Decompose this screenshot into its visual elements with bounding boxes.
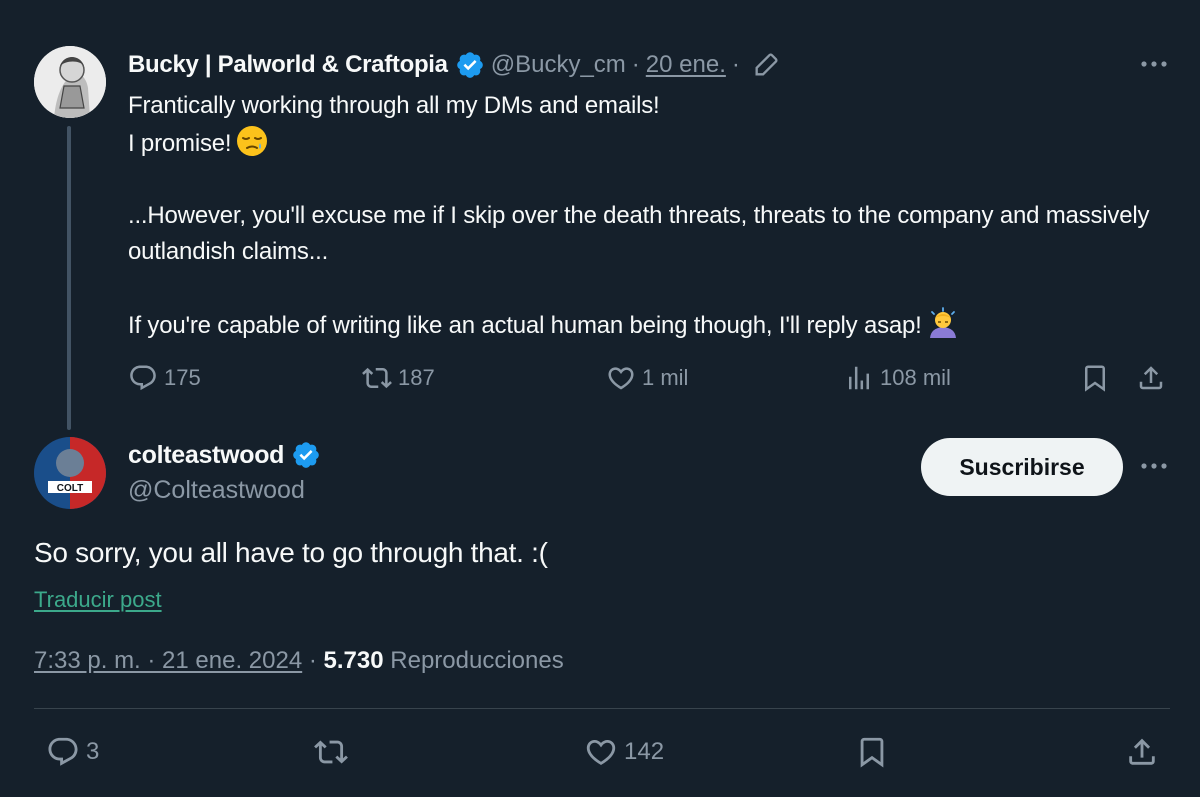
parent-like-button[interactable]: 1 mil xyxy=(606,360,688,396)
parent-views-button[interactable]: 108 mil xyxy=(844,360,951,396)
parent-more-options-icon[interactable] xyxy=(1138,50,1170,78)
main-author-name-row: colteastwood xyxy=(128,440,327,470)
parent-author-name[interactable]: Bucky | Palworld & Craftopia xyxy=(128,51,448,79)
views-label: Reproducciones xyxy=(390,647,564,674)
tweet-thread-page: Bucky | Palworld & Craftopia @Bucky_cm ·… xyxy=(0,0,1200,797)
sleepy-face-emoji-icon xyxy=(235,124,269,158)
divider xyxy=(34,708,1170,709)
verified-badge-icon xyxy=(455,50,485,80)
tweet-meta-line: 7:33 p. m. · 21 ene. 2024 · 5.730 Reprod… xyxy=(34,647,564,675)
main-handle[interactable]: @Colteastwood xyxy=(128,476,305,505)
parent-para-1: Frantically working through all my DMs a… xyxy=(128,88,1168,162)
meta-separator: · xyxy=(308,647,317,674)
translate-post-link[interactable]: Traducir post xyxy=(34,587,162,613)
parent-body-line-1: Frantically working through all my DMs a… xyxy=(128,92,660,119)
parent-body-line-2: I promise! xyxy=(128,130,232,157)
main-reply-button[interactable]: 3 xyxy=(46,730,99,774)
parent-action-bar: 175 187 1 mil 108 mil xyxy=(128,360,1178,396)
parent-like-count: 1 mil xyxy=(642,365,689,390)
thread-connector-line xyxy=(67,126,71,430)
main-action-bar: 3 142 xyxy=(34,730,1170,774)
bookmark-icon xyxy=(860,737,884,768)
main-more-options-icon[interactable] xyxy=(1138,452,1170,480)
share-icon xyxy=(1139,366,1163,390)
edited-pencil-icon[interactable] xyxy=(752,51,780,79)
reply-icon xyxy=(48,737,78,766)
parent-reply-button[interactable]: 175 xyxy=(128,360,201,396)
heart-icon xyxy=(608,367,634,390)
parent-para-3: If you're capable of writing like an act… xyxy=(128,312,922,339)
parent-reply-count: 175 xyxy=(164,365,201,390)
views-chart-icon xyxy=(849,366,869,390)
main-bookmark-button[interactable] xyxy=(855,730,895,774)
parent-views-count: 108 mil xyxy=(880,365,951,390)
subscribe-button[interactable]: Suscribirse xyxy=(921,438,1123,496)
parent-bookmark-button[interactable] xyxy=(1080,360,1116,396)
main-like-button[interactable]: 142 xyxy=(584,730,664,774)
parent-repost-button[interactable]: 187 xyxy=(362,360,435,396)
reply-icon xyxy=(130,365,156,391)
svg-text:COLT: COLT xyxy=(57,483,83,494)
main-reply-count: 3 xyxy=(86,738,100,765)
parent-handle[interactable]: @Bucky_cm xyxy=(491,51,626,79)
repost-icon xyxy=(314,740,348,764)
parent-para-3-wrap: If you're capable of writing like an act… xyxy=(128,306,1168,344)
parent-para-2: ...However, you'll excuse me if I skip o… xyxy=(128,202,1150,265)
colteastwood-avatar[interactable]: COLT xyxy=(34,437,106,509)
tweet-timestamp-link[interactable]: 7:33 p. m. · 21 ene. 2024 xyxy=(34,647,302,674)
header-separator-2: · xyxy=(731,51,740,78)
parent-share-button[interactable] xyxy=(1136,360,1172,396)
main-author-name[interactable]: colteastwood xyxy=(128,441,284,470)
person-bowing-emoji-icon xyxy=(926,306,960,340)
repost-icon xyxy=(362,367,392,389)
bookmark-icon xyxy=(1085,365,1105,392)
share-icon xyxy=(1129,738,1155,765)
main-tweet-text: So sorry, you all have to go through tha… xyxy=(34,537,548,568)
parent-tweet-body: Frantically working through all my DMs a… xyxy=(128,88,1168,344)
parent-repost-count: 187 xyxy=(398,365,435,390)
main-share-button[interactable] xyxy=(1125,730,1165,774)
parent-tweet-header: Bucky | Palworld & Craftopia @Bucky_cm ·… xyxy=(128,48,780,82)
bucky-avatar[interactable] xyxy=(34,46,106,118)
parent-date-link[interactable]: 20 ene. xyxy=(646,51,726,79)
main-repost-button[interactable] xyxy=(314,730,354,774)
views-count: 5.730 xyxy=(323,647,384,674)
parent-body-line-2-wrap: I promise! xyxy=(128,124,1168,162)
main-like-count: 142 xyxy=(624,738,665,765)
heart-icon xyxy=(586,739,616,765)
header-separator: · xyxy=(631,51,640,78)
verified-badge-icon xyxy=(291,440,321,470)
